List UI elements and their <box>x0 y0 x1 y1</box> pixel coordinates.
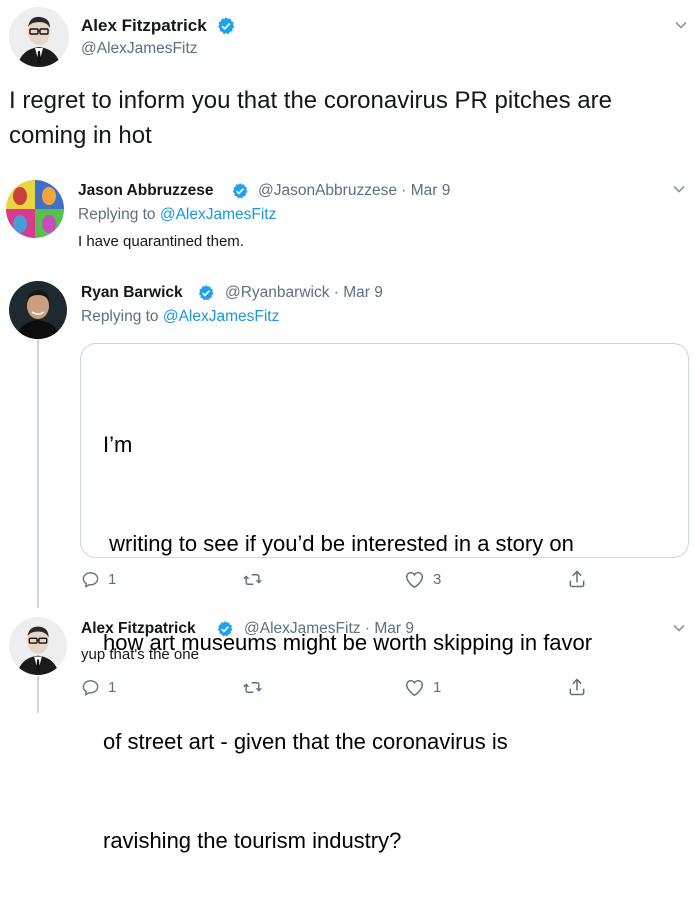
image-text-line: writing to see if you’d be interested in… <box>103 531 574 556</box>
image-text-line: of street art - given that the coronavir… <box>103 729 508 754</box>
replying-to-link[interactable]: @AlexJamesFitz <box>163 308 280 325</box>
like-count: 3 <box>433 571 442 588</box>
avatar[interactable] <box>9 617 67 675</box>
heart-icon <box>405 679 424 697</box>
reply-author-name[interactable]: Jason Abbruzzese <box>78 182 214 200</box>
share-button[interactable] <box>567 677 587 697</box>
thread-line <box>37 338 39 608</box>
verified-badge-icon <box>232 183 248 199</box>
reply-button[interactable]: 1 <box>81 570 116 589</box>
handle-text[interactable]: @Ryanbarwick <box>225 284 329 301</box>
handle-text[interactable]: @AlexJamesFitz <box>244 620 361 637</box>
avatar[interactable] <box>9 281 67 339</box>
separator-dot: · <box>364 620 370 637</box>
reply-button[interactable]: 1 <box>81 678 116 697</box>
replying-to: Replying to @AlexJamesFitz <box>81 308 279 326</box>
thread-line <box>37 676 39 713</box>
reply-text: yup that's the one <box>81 646 199 663</box>
share-icon <box>569 678 585 696</box>
retweet-icon <box>243 682 262 693</box>
reply-count: 1 <box>108 679 117 696</box>
author-handle[interactable]: @AlexJamesFitz <box>81 40 198 58</box>
tweet-date[interactable]: Mar 9 <box>343 284 383 301</box>
tweet-text: I regret to inform you that the coronavi… <box>9 87 612 149</box>
replying-to-label: Replying to <box>78 206 156 223</box>
like-count: 1 <box>433 679 442 696</box>
replying-to-link[interactable]: @AlexJamesFitz <box>160 206 277 223</box>
share-button[interactable] <box>567 569 587 589</box>
like-button[interactable]: 3 <box>404 570 441 589</box>
avatar[interactable] <box>9 7 69 67</box>
replying-to: Replying to @AlexJamesFitz <box>78 206 276 224</box>
retweet-icon <box>243 574 262 585</box>
avatar[interactable] <box>6 180 64 238</box>
tweet-date[interactable]: Mar 9 <box>411 182 451 199</box>
verified-badge-icon <box>218 17 235 35</box>
verified-badge-icon <box>198 285 214 301</box>
image-text: I’m writing to see if you’d be intereste… <box>103 362 592 923</box>
image-text-line: I’m <box>103 432 133 457</box>
reply-author-handle[interactable]: @AlexJamesFitz · Mar 9 <box>244 620 414 638</box>
separator-dot: · <box>401 182 407 199</box>
retweet-button[interactable] <box>242 678 263 697</box>
like-button[interactable]: 1 <box>404 678 441 697</box>
share-icon <box>569 570 585 588</box>
reply-count: 1 <box>108 571 117 588</box>
reply-author-name[interactable]: Alex Fitzpatrick <box>81 620 196 638</box>
separator-dot: · <box>333 284 339 301</box>
reply-icon <box>82 572 99 588</box>
reply-author-name[interactable]: Ryan Barwick <box>81 284 183 302</box>
chevron-down-icon[interactable] <box>671 181 687 197</box>
verified-badge-icon <box>217 621 233 637</box>
attached-image[interactable]: I’m writing to see if you’d be intereste… <box>80 343 689 853</box>
author-name[interactable]: Alex Fitzpatrick <box>81 16 207 36</box>
retweet-button[interactable] <box>242 570 263 589</box>
chevron-down-icon[interactable] <box>673 17 689 33</box>
reply-text: I have quarantined them. <box>78 233 244 250</box>
reply-author-handle[interactable]: @Ryanbarwick · Mar 9 <box>225 284 383 302</box>
handle-text[interactable]: @JasonAbbruzzese <box>258 182 397 199</box>
tweet-date[interactable]: Mar 9 <box>374 620 414 637</box>
image-text-line: ravishing the tourism industry? <box>103 828 402 853</box>
reply-author-handle[interactable]: @JasonAbbruzzese · Mar 9 <box>258 182 450 200</box>
reply-icon <box>82 680 99 696</box>
replying-to-label: Replying to <box>81 308 159 325</box>
heart-icon <box>405 571 424 589</box>
chevron-down-icon[interactable] <box>671 620 687 636</box>
